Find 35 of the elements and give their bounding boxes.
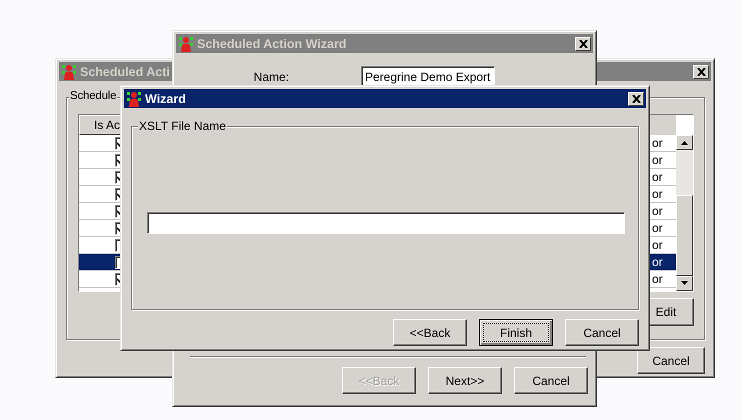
dialog-button[interactable]: Cancel [514,367,588,394]
table-cell-text: or [651,271,664,287]
table-cell-text: or [651,135,664,151]
table-cell-text: or [651,169,664,185]
window-title: Wizard [145,92,186,106]
table-cell-text: or [651,152,664,168]
name-label: Name: [252,70,290,84]
app-icon [178,36,194,52]
dialog-button[interactable]: Next>> [428,367,502,394]
app-icon [61,64,77,80]
scrollbar[interactable] [676,135,693,291]
table-cell-text: or [651,220,664,236]
table-cell-text: or [651,254,664,270]
name-field[interactable]: Peregrine Demo Export [361,66,495,87]
window-title: Scheduled Action Wizard [197,36,346,50]
group-label: Schedule [69,90,118,102]
down-arrow-icon [681,281,688,286]
file-name-field[interactable] [147,212,625,234]
table-cell-text: or [651,203,664,219]
window-title: Scheduled Acti [80,64,170,78]
table-cell-text: or [651,186,664,202]
up-arrow-icon [681,140,688,145]
dialog-button[interactable]: Cancel [637,347,705,374]
dialog-button[interactable]: Finish [479,319,553,346]
dialog-button[interactable]: Cancel [565,319,639,346]
app-icon [126,90,142,106]
group-label: XSLT File Name [138,119,227,133]
close-icon [696,68,706,76]
close-icon [632,94,640,102]
table-cell-text: or [651,237,664,253]
close-button[interactable] [628,92,644,106]
close-button[interactable] [693,64,709,78]
close-icon [578,40,588,48]
close-button[interactable] [575,36,591,50]
dialog-button[interactable]: <<Back [393,319,467,346]
